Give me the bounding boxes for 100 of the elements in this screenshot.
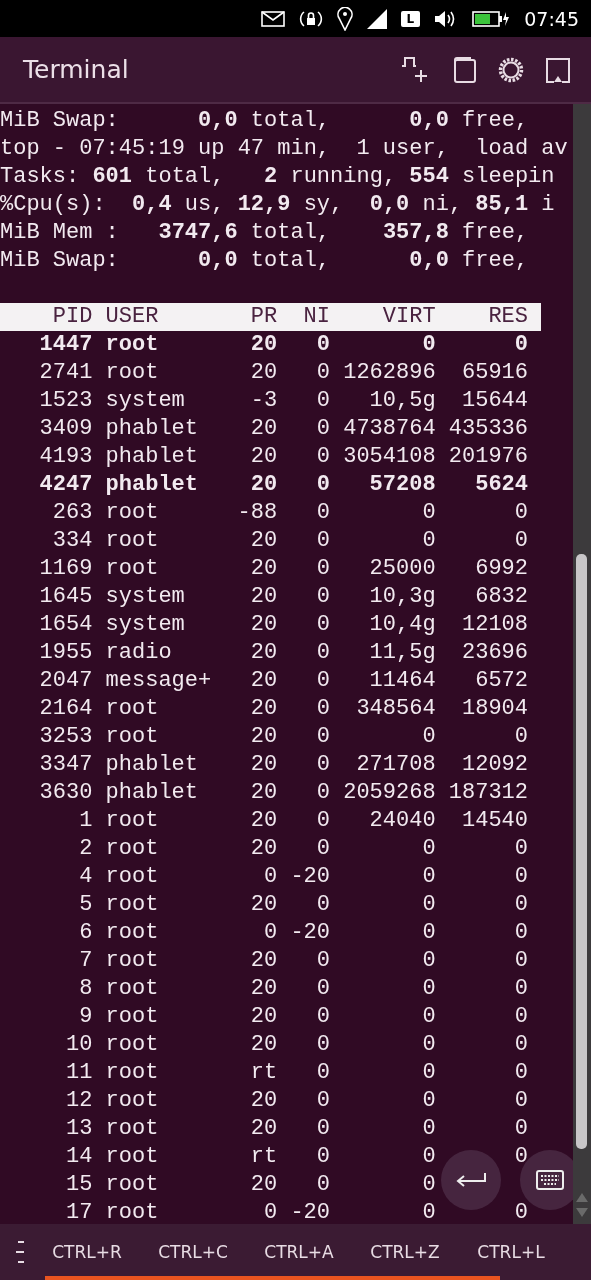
table-cell-text: 0 [315, 611, 330, 639]
table-cell-text: 0 [263, 863, 278, 891]
table-cell-text: 0 [315, 415, 330, 443]
table-cell-text: 0 [315, 471, 330, 499]
table-cell-text: 0 [263, 919, 278, 947]
table-cell-text: 20 [249, 807, 278, 835]
table-cell-text: phablet [105, 443, 199, 471]
table-cell-text: 20 [249, 555, 278, 583]
table-cell-text: 0 [421, 1115, 436, 1143]
table-cell-text: 20 [249, 1087, 278, 1115]
table-cell-text: root [105, 863, 160, 891]
table-cell-text: 0 [315, 891, 330, 919]
table-cell-text: root [105, 1199, 160, 1224]
table-cell-text: 0 [315, 807, 330, 835]
table-cell-text: 0 [513, 863, 528, 891]
table-cell-text: system [105, 583, 186, 611]
table-cell-text: message+ [105, 667, 213, 695]
settings-icon[interactable] [497, 55, 525, 84]
table-cell-text: 0 [263, 1199, 278, 1224]
table-cell-text: 0 [315, 779, 330, 807]
column-header: PID [51, 303, 93, 331]
column-header: USER [105, 303, 160, 331]
table-cell-text: 0 [513, 1059, 528, 1087]
table-cell-text: 0 [315, 1143, 330, 1171]
table-cell-text: 0 [513, 1115, 528, 1143]
table-cell-text: 0 [315, 947, 330, 975]
table-cell-text: 10 [65, 1031, 93, 1059]
table-cell-text: 20 [249, 1003, 278, 1031]
table-cell-text: 0 [421, 1003, 436, 1031]
table-cell-text: 8 [78, 975, 93, 1003]
scrollbar[interactable] [573, 104, 591, 1224]
table-cell-text: root [105, 331, 160, 359]
table-cell-text: 0 [315, 1115, 330, 1143]
table-cell-text: 24040 [368, 807, 436, 835]
key-button[interactable]: CTRL+Z [352, 1234, 458, 1270]
table-cell-text: 0 [513, 331, 528, 359]
table-cell-text: 3630 [38, 779, 93, 807]
table-cell-text: root [105, 695, 160, 723]
key-button[interactable]: CTRL+C [140, 1234, 246, 1270]
table-cell-text: 20 [249, 1031, 278, 1059]
table-cell-text: 20 [249, 947, 278, 975]
table-cell-text: 1447 [38, 331, 93, 359]
table-cell-text: 0 [315, 1003, 330, 1031]
table-cell-text: 20 [249, 695, 278, 723]
table-cell-text: 0 [513, 1199, 528, 1224]
key-button[interactable]: CTRL+A [246, 1234, 352, 1270]
table-cell-text: system [105, 611, 186, 639]
table-cell-text: 0 [421, 947, 436, 975]
table-cell-text: 0 [513, 947, 528, 975]
table-cell-text: 14 [65, 1143, 93, 1171]
tabs-icon[interactable] [451, 55, 477, 84]
table-cell-text: 14540 [461, 807, 528, 835]
table-cell-text: 15 [65, 1171, 93, 1199]
key-button[interactable]: CTRL+L [458, 1234, 564, 1270]
scrollbar-thumb[interactable] [576, 554, 587, 1149]
terminal-line: top - 07:45:19 up 47 min, 1 user, load av [0, 135, 569, 163]
key-button[interactable]: CTRL+R [34, 1234, 140, 1270]
keyboard-icon [536, 1170, 564, 1190]
table-cell-text: root [105, 807, 160, 835]
table-cell-text: 20 [249, 443, 278, 471]
table-cell-text: 187312 [447, 779, 528, 807]
table-cell-text: root [105, 975, 160, 1003]
column-header: PR [249, 303, 278, 331]
table-cell-text: 0 [315, 751, 330, 779]
table-cell-text: phablet [105, 779, 199, 807]
table-cell-text: 0 [315, 1087, 330, 1115]
table-cell-text: 0 [315, 695, 330, 723]
table-cell-text: 2 [78, 835, 93, 863]
table-cell-text: 0 [315, 527, 330, 555]
table-cell-text: 65916 [461, 359, 528, 387]
table-cell-text: 201976 [447, 443, 528, 471]
terminal-line: %Cpu(s): 0,4 us, 12,9 sy, 0,0 ni, 85,1 i [0, 191, 556, 219]
table-cell-text: phablet [105, 471, 199, 499]
location-icon [336, 6, 353, 31]
table-cell-text: 17 [65, 1199, 93, 1224]
table-cell-text: 0 [421, 891, 436, 919]
table-cell-text: root [105, 1115, 160, 1143]
table-cell-text: 2741 [38, 359, 93, 387]
table-cell-text: 0 [421, 835, 436, 863]
table-cell-text: root [105, 1059, 160, 1087]
table-cell-text: 1523 [38, 387, 93, 415]
table-cell-text: 12092 [461, 751, 528, 779]
table-cell-text: 7 [78, 947, 93, 975]
table-cell-text: 435336 [447, 415, 528, 443]
table-cell-text: phablet [105, 415, 199, 443]
table-cell-text: 0 [421, 723, 436, 751]
table-cell-text: 2164 [38, 695, 93, 723]
table-cell-text: 9 [78, 1003, 93, 1031]
table-cell-text: 0 [421, 499, 436, 527]
table-cell-text: root [105, 555, 160, 583]
hide-keyboard-icon[interactable] [545, 56, 571, 83]
table-cell-text: 0 [315, 583, 330, 611]
clock-time: 07:45 [524, 7, 579, 30]
table-cell-text: -20 [289, 919, 330, 947]
table-cell-text: 0 [513, 1031, 528, 1059]
table-cell-text: 20 [249, 891, 278, 919]
table-cell-text: 0 [513, 891, 528, 919]
table-cell-text: root [105, 891, 160, 919]
mail-icon [260, 10, 285, 27]
table-cell-text: 18904 [461, 695, 528, 723]
